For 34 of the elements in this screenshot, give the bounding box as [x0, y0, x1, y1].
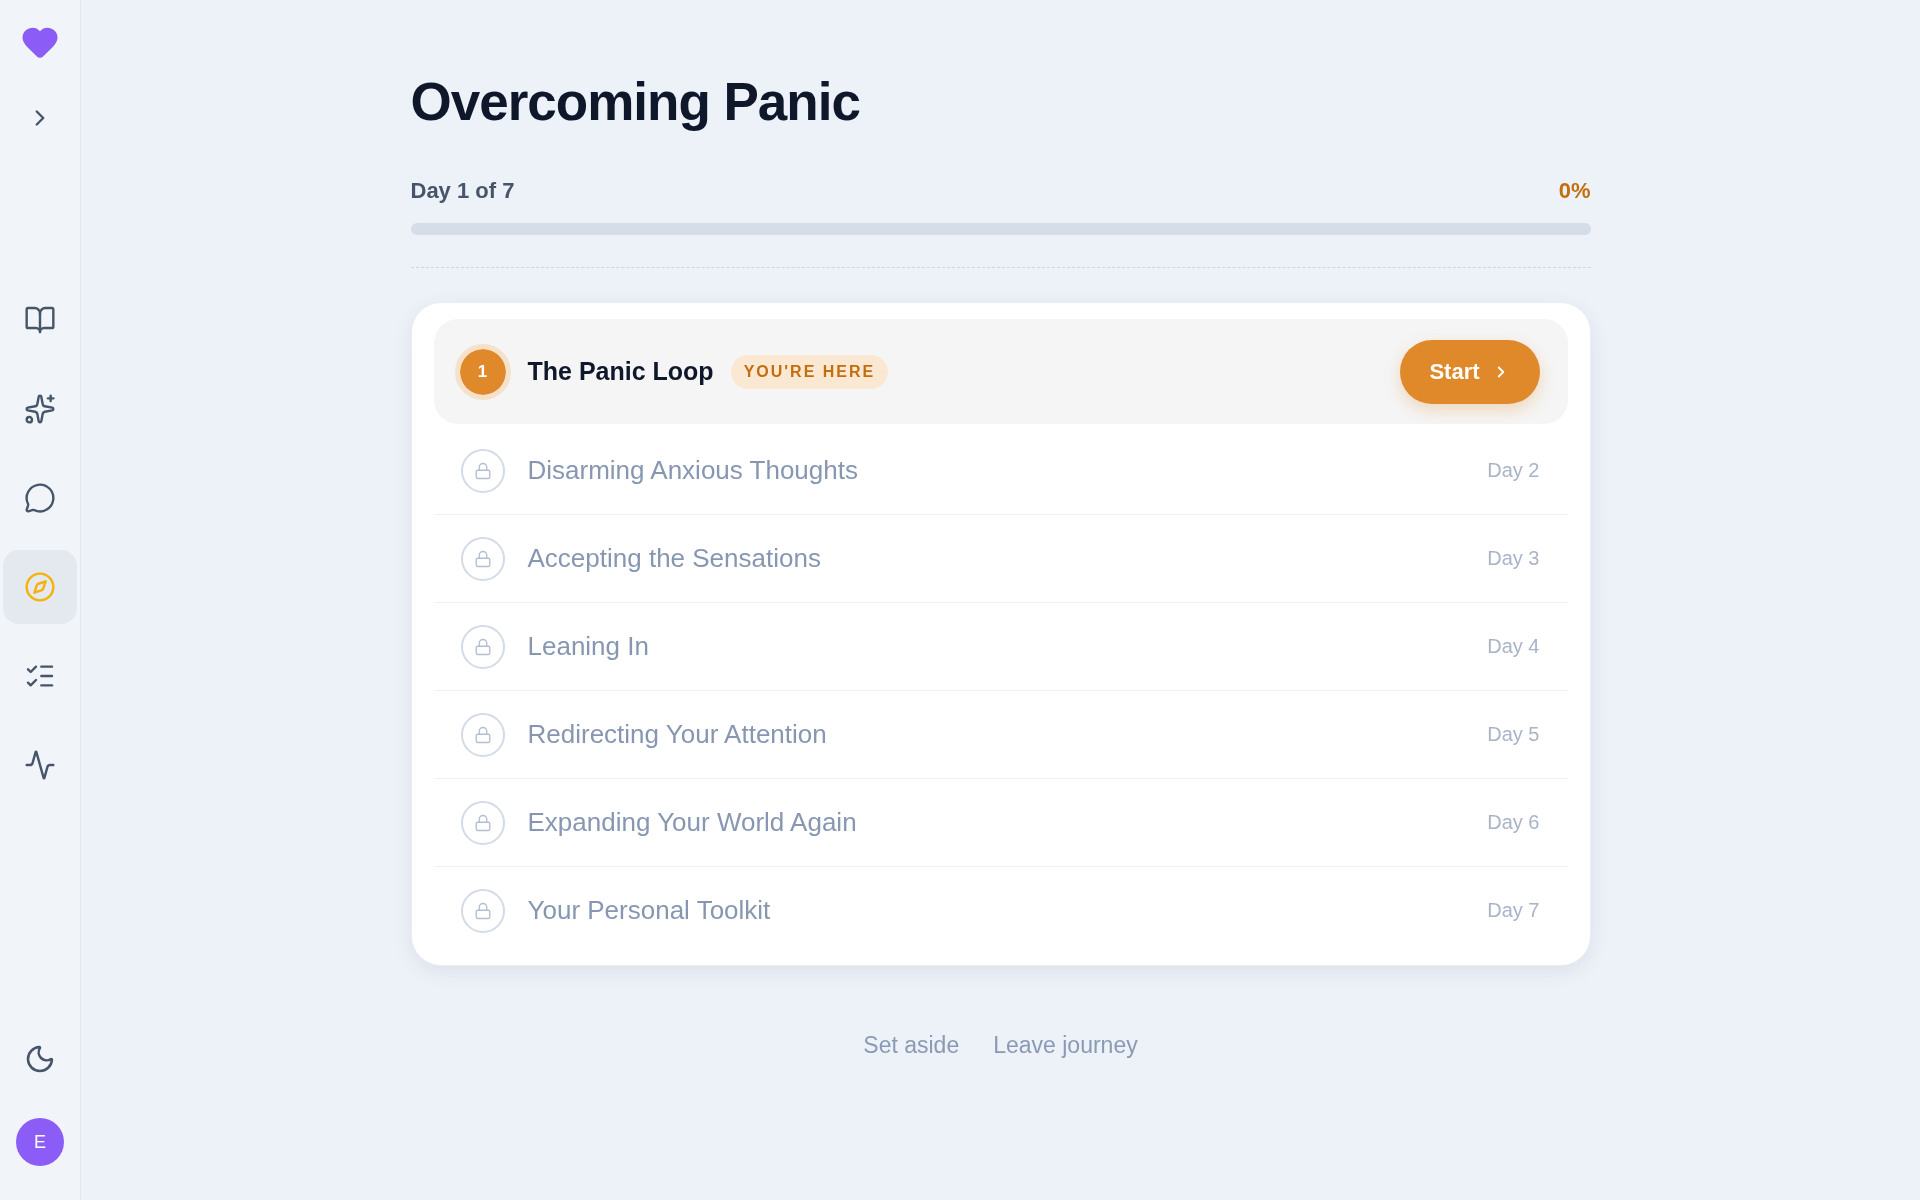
sparkles-icon — [24, 393, 56, 425]
user-avatar[interactable]: E — [16, 1118, 64, 1166]
day-progress-label: Day 1 of 7 — [410, 178, 515, 205]
footer-link[interactable]: Set aside — [863, 1031, 960, 1060]
progress-percent: 0% — [1558, 178, 1591, 205]
lesson-title: Accepting the Sensations — [527, 543, 821, 575]
status-badge: YOU'RE HERE — [730, 354, 889, 389]
day-label: Day 6 — [1487, 811, 1540, 835]
chat-bubble-icon — [24, 482, 56, 514]
lesson-title: Expanding Your World Again — [527, 807, 857, 839]
day-label: Day 3 — [1487, 547, 1540, 571]
lock-icon — [460, 800, 505, 845]
page-title: Overcoming Panic — [410, 73, 861, 132]
lesson-title: Your Personal Toolkit — [527, 895, 771, 927]
lesson-title: Disarming Anxious Thoughts — [527, 455, 858, 487]
lesson-title: Redirecting Your Attention — [527, 719, 827, 751]
day-label: Day 5 — [1487, 723, 1540, 747]
lesson-title: The Panic Loop — [527, 357, 714, 387]
day-label: Day 7 — [1487, 899, 1540, 923]
lock-icon — [460, 536, 505, 581]
day-label: Day 2 — [1487, 459, 1540, 483]
lock-icon — [460, 712, 505, 757]
lock-icon — [460, 888, 505, 933]
lesson-title: Leaning In — [527, 631, 649, 663]
book-icon — [24, 304, 56, 336]
lock-icon — [460, 624, 505, 669]
footer-link[interactable]: Leave journey — [993, 1031, 1138, 1060]
step-number: 1 — [454, 343, 511, 400]
start-button[interactable]: Start — [1399, 339, 1540, 404]
compass-icon — [24, 571, 56, 603]
moon-icon — [24, 1043, 56, 1075]
lock-icon — [460, 448, 505, 493]
pulse-line-icon — [24, 749, 56, 781]
day-label: Day 4 — [1487, 635, 1540, 659]
